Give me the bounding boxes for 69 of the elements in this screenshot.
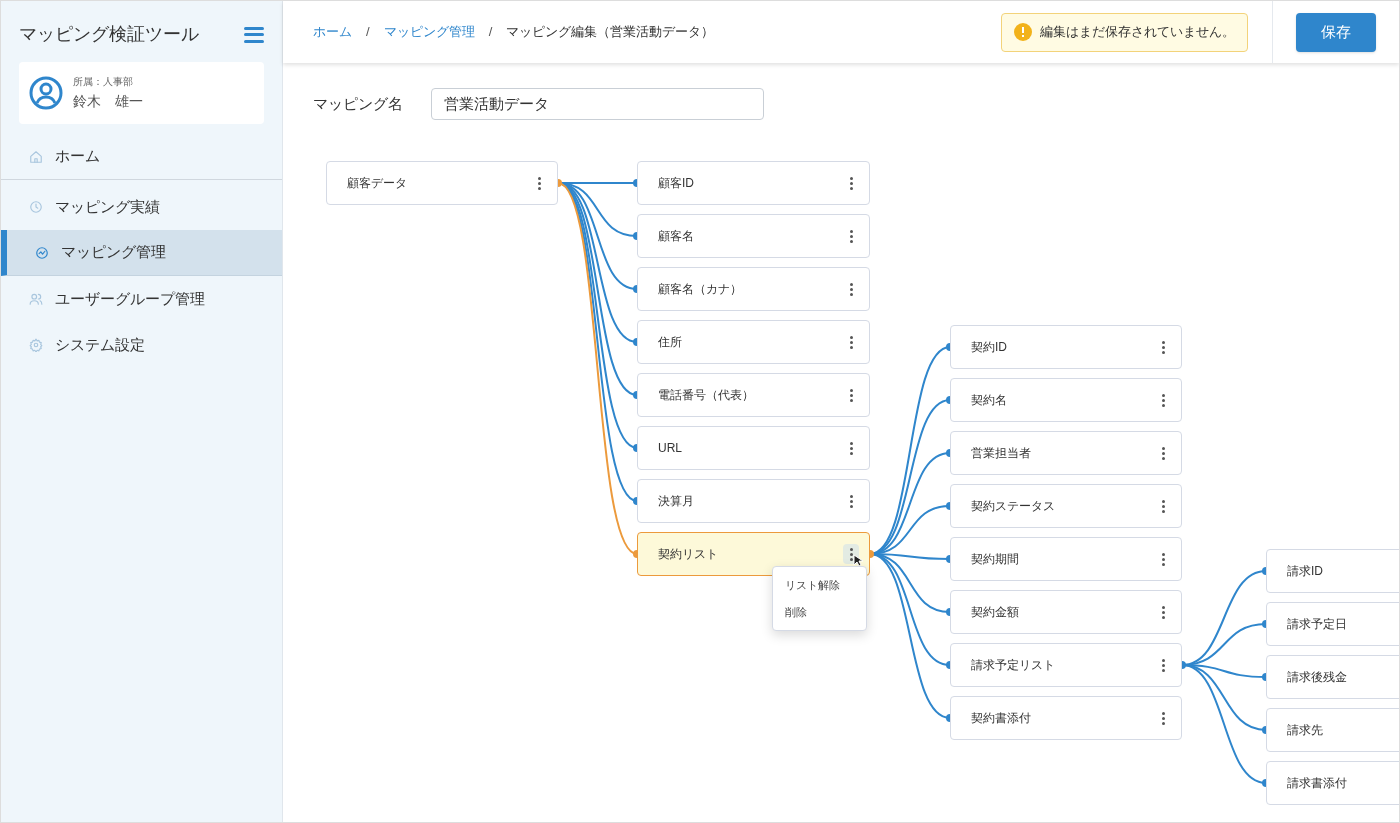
field-node[interactable]: 契約リスト [637,532,870,576]
field-node[interactable]: 請求後残金 [1266,655,1399,699]
user-department: 所属：人事部 [73,75,134,89]
mapping-name-field[interactable]: 営業活動データ [431,88,764,120]
node-label: 契約期間 [971,551,1019,568]
users-icon [29,292,43,306]
node-label: 決算月 [658,493,694,510]
field-node[interactable]: URL [637,426,870,470]
app-title: マッピング検証ツール [19,23,199,46]
node-label: 顧客名（カナ） [658,281,742,298]
node-label: 請求書添付 [1287,775,1347,792]
field-node[interactable]: 請求書添付 [1266,761,1399,805]
field-node[interactable]: 顧客名（カナ） [637,267,870,311]
field-node[interactable]: 契約ステータス [950,484,1182,528]
field-node[interactable]: 請求先 [1266,708,1399,752]
settings-icon [29,338,43,352]
nav-item[interactable]: マッピング実績 [1,184,282,230]
chart-icon [35,245,49,260]
unsaved-notice: 編集はまだ保存されていません。 [1001,12,1248,52]
mapping-name-label: マッピング名 [313,93,403,114]
node-label: 顧客データ [347,175,407,192]
field-node[interactable]: 営業担当者 [950,431,1182,475]
field-node[interactable]: 契約期間 [950,537,1182,581]
node-label: 請求ID [1287,563,1323,580]
user-name: 鈴木 雄一 [73,92,143,111]
field-node[interactable]: 契約書添付 [950,696,1182,740]
node-label: 契約リスト [658,546,718,563]
field-node[interactable]: 契約名 [950,378,1182,422]
field-node[interactable]: 決算月 [637,479,870,523]
node-label: 請求予定リスト [971,657,1055,674]
node-label: 営業担当者 [971,445,1031,462]
field-node[interactable]: 電話番号（代表） [637,373,870,417]
menu-button[interactable] [244,25,264,44]
field-node[interactable]: 請求予定日 [1266,602,1399,646]
menu-item[interactable]: リスト解除 [785,577,854,594]
user-avatar-icon [29,76,63,110]
field-node[interactable]: 契約金額 [950,590,1182,634]
breadcrumb-current: マッピング編集（営業活動データ） [506,23,715,42]
breadcrumb-separator: / [366,23,370,42]
field-node[interactable]: 顧客ID [637,161,870,205]
clock-icon [29,200,43,214]
node-label: 住所 [658,334,682,351]
node-label: 顧客ID [658,175,694,192]
breadcrumb-separator: / [488,23,493,42]
node-label: 契約ID [971,339,1007,356]
node-label: 請求先 [1287,722,1323,739]
nav-item[interactable]: システム設定 [1,322,282,368]
nav-item[interactable]: マッピング管理 [1,230,282,276]
field-node[interactable]: 住所 [637,320,870,364]
node-label: 契約名 [971,392,1007,409]
field-node[interactable]: 契約ID [950,325,1182,369]
breadcrumb-link[interactable]: マッピング管理 [383,22,475,42]
node-label: URL [658,440,682,457]
menu-item[interactable]: 削除 [785,603,854,620]
node-label: 顧客名 [658,228,694,245]
node-label: 請求後残金 [1287,669,1347,686]
node-label: 契約書添付 [971,710,1031,727]
save-button[interactable]: 保存 [1296,12,1376,52]
breadcrumb-link[interactable]: ホーム [313,22,352,42]
field-node[interactable]: 請求ID [1266,549,1399,593]
info-icon [1014,23,1032,41]
node-label: 契約金額 [971,604,1019,621]
node-label: 請求予定日 [1287,616,1347,633]
nav-item[interactable]: ホーム [1,134,282,180]
field-node[interactable]: 顧客名 [637,214,870,258]
nav-item[interactable]: ユーザーグループ管理 [1,276,282,322]
home-icon [29,149,43,164]
node-label: 電話番号（代表） [658,387,754,404]
node-label: 契約ステータス [971,498,1055,515]
